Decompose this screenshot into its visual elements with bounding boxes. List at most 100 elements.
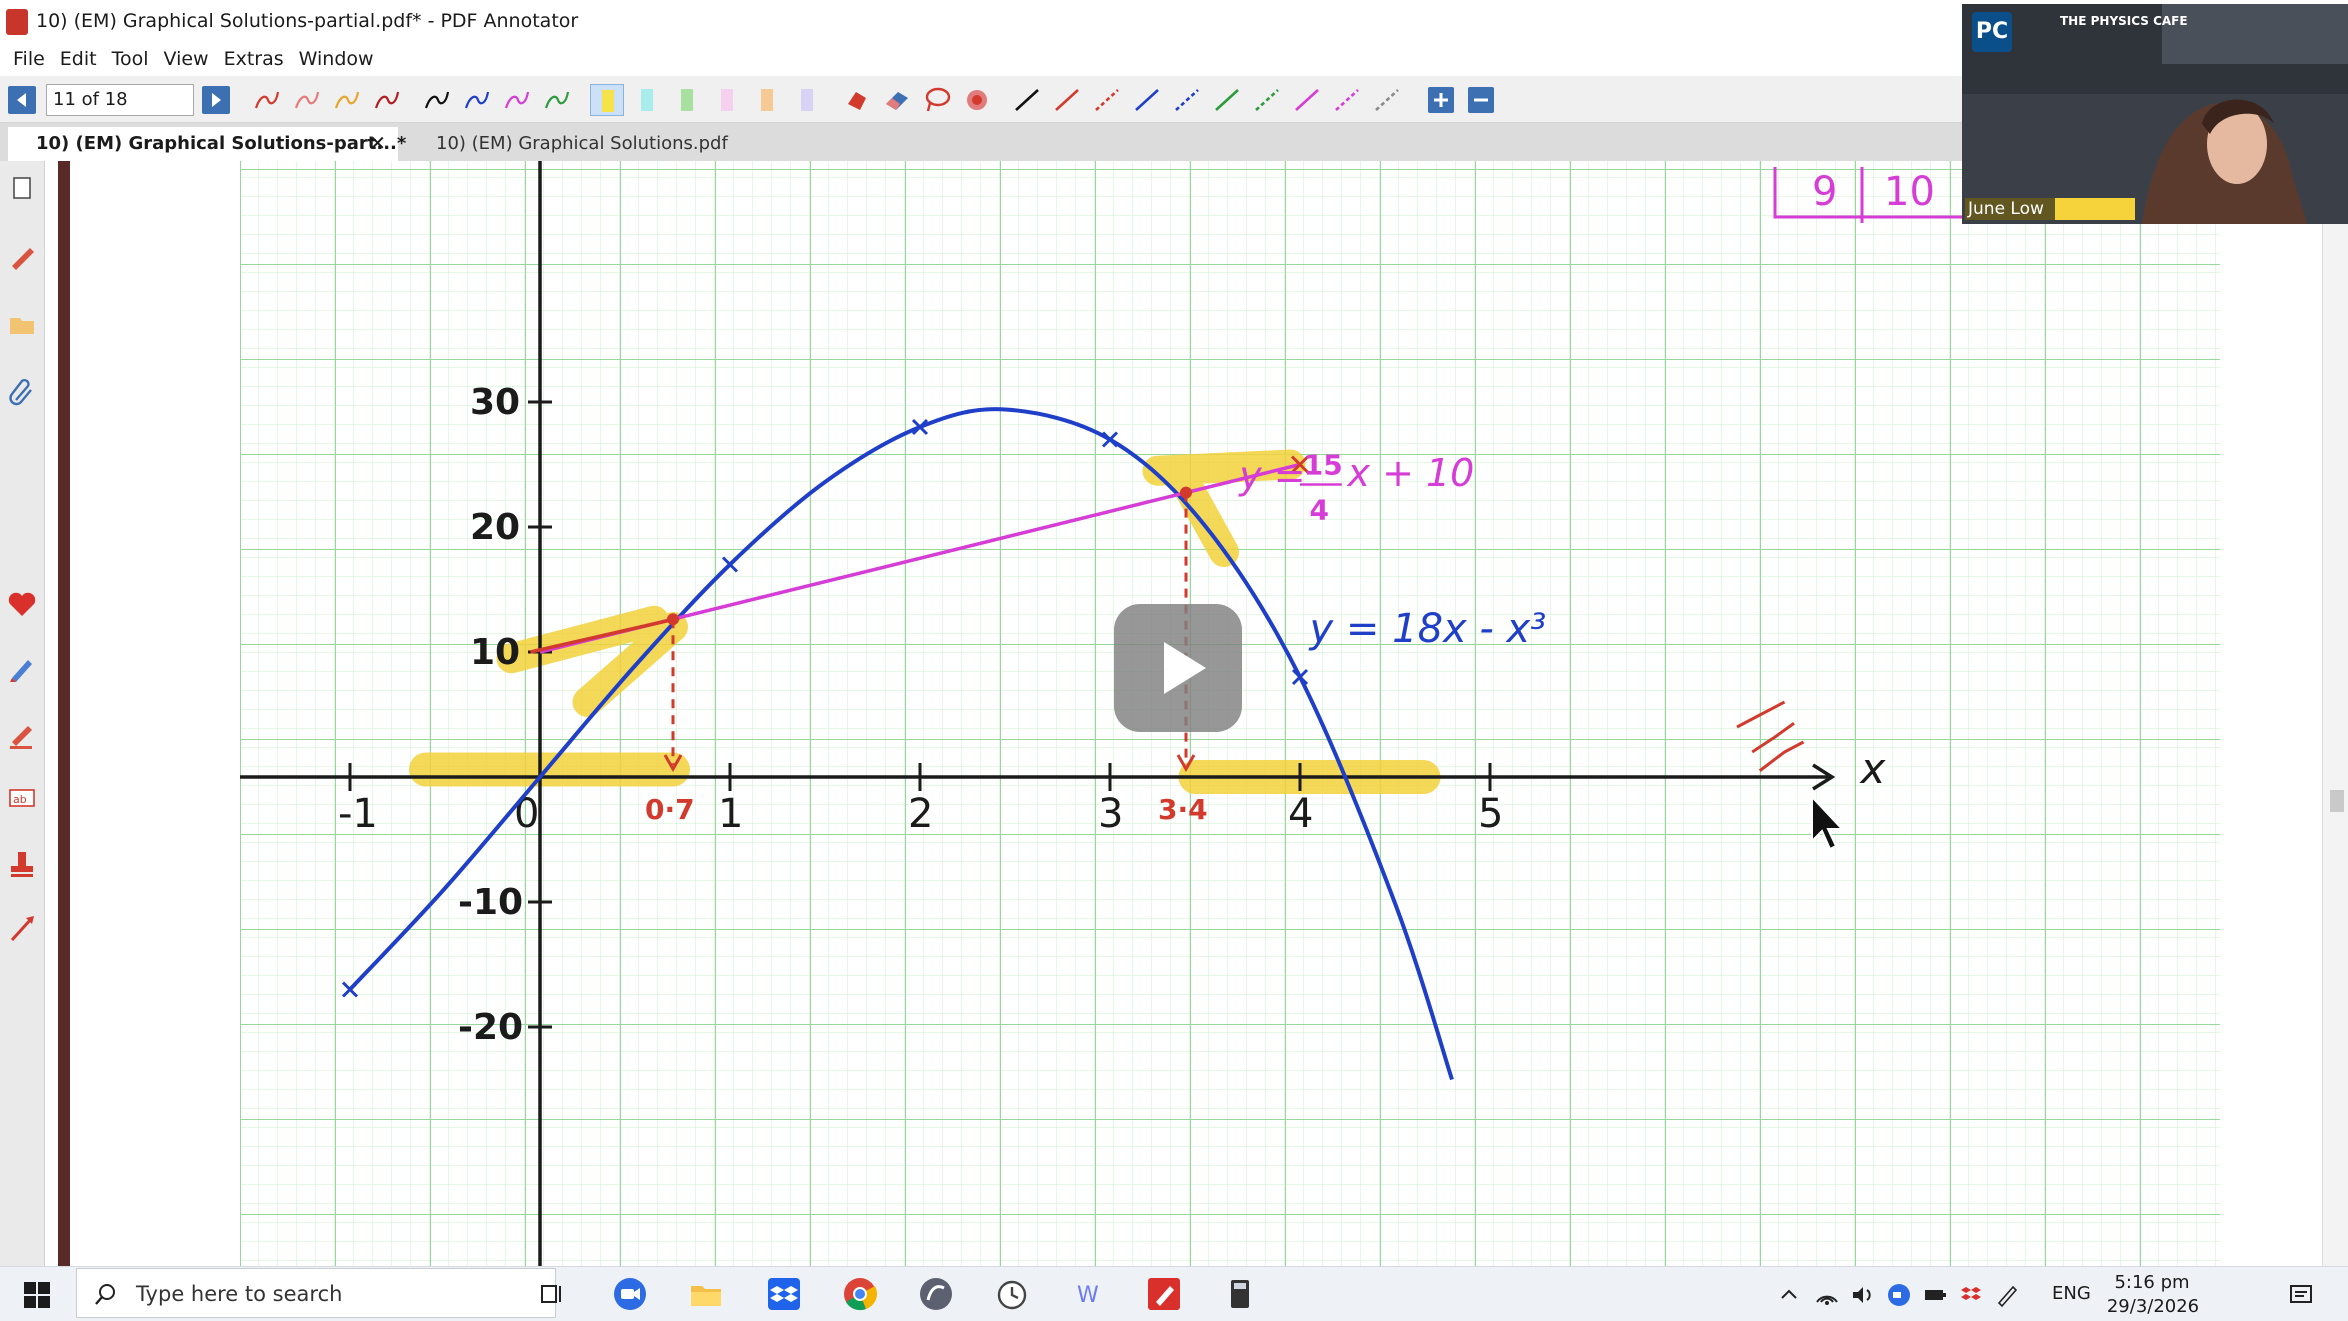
menu-extras[interactable]: Extras — [219, 44, 294, 76]
tab-graphical-solutions[interactable]: 10) (EM) Graphical Solutions.pdf — [408, 127, 728, 161]
clock-date[interactable]: 29/3/2026 — [2098, 1296, 2208, 1317]
page-number-field[interactable]: 11 of 18 — [46, 84, 194, 116]
line-grey-dashed-tool[interactable] — [1370, 84, 1404, 116]
battery-icon[interactable] — [1922, 1282, 1948, 1308]
line-equation-prefix: y = — [1238, 453, 1305, 497]
chrome-icon[interactable] — [840, 1274, 880, 1314]
line-black-tool[interactable] — [1010, 84, 1044, 116]
paperclip-icon[interactable] — [4, 374, 40, 410]
dropbox-tray-icon[interactable] — [1958, 1282, 1984, 1308]
svg-text:ab: ab — [13, 793, 27, 806]
menu-window[interactable]: Window — [294, 44, 384, 76]
scrollbar-thumb[interactable] — [2330, 790, 2344, 812]
line-red-dashed-tool[interactable] — [1090, 84, 1124, 116]
hand-tool[interactable] — [840, 84, 874, 116]
stamp-circle-tool[interactable] — [960, 84, 994, 116]
pen-blue-tool[interactable] — [460, 84, 494, 116]
input-language[interactable]: ENG — [2052, 1283, 2091, 1304]
pen-red-tool[interactable] — [250, 84, 284, 116]
text-box-icon[interactable]: ab — [4, 780, 40, 816]
previous-page-button[interactable] — [8, 86, 36, 114]
highlighter-icon — [801, 89, 813, 111]
task-view-icon[interactable] — [532, 1274, 572, 1314]
zoom-out-button[interactable] — [1464, 84, 1498, 116]
line-magenta-tool[interactable] — [1290, 84, 1324, 116]
document-edge — [58, 161, 70, 1266]
pdf-annotator-taskbar-icon[interactable] — [1144, 1274, 1184, 1314]
highlighter-icon — [641, 89, 653, 111]
line-equation-fraction-numerator: 15 — [1304, 449, 1343, 482]
line-blue-tool[interactable] — [1130, 84, 1164, 116]
menu-view[interactable]: View — [159, 44, 219, 76]
solution-label: 0·7 — [645, 793, 695, 826]
speaker-icon[interactable] — [1850, 1282, 1876, 1308]
pen-orange-tool[interactable] — [330, 84, 364, 116]
line-magenta-dashed-tool[interactable] — [1330, 84, 1364, 116]
line-green-tool[interactable] — [1210, 84, 1244, 116]
zoom-app-icon[interactable] — [610, 1274, 650, 1314]
highlighter-yellow-tool[interactable] — [590, 84, 624, 116]
highlighter-icon — [721, 89, 733, 111]
alarms-clock-icon[interactable] — [992, 1274, 1032, 1314]
x-tick-label: -1 — [338, 791, 378, 837]
dashed-line-icon — [1335, 89, 1359, 111]
pen-black-tool[interactable] — [420, 84, 454, 116]
pen-green-tool[interactable] — [540, 84, 574, 116]
dashed-line-icon — [1375, 89, 1399, 111]
highlighter-pen-icon[interactable] — [4, 716, 40, 752]
dropbox-icon[interactable] — [764, 1274, 804, 1314]
arrow-line-icon[interactable] — [4, 910, 40, 946]
marker-pen-icon[interactable] — [4, 650, 40, 686]
y-tick-label: 10 — [470, 632, 520, 673]
line-green-dashed-tool[interactable] — [1250, 84, 1284, 116]
pen-icon[interactable] — [4, 238, 40, 274]
app-swirl-icon[interactable] — [916, 1274, 956, 1314]
pen-pink-tool[interactable] — [290, 84, 324, 116]
curve-equation-label: y = 18x - x³ — [1309, 606, 1547, 652]
highlighter-green-tool[interactable] — [670, 84, 704, 116]
line-red-tool[interactable] — [1050, 84, 1084, 116]
x-tick-label: 0 — [514, 791, 539, 837]
highlighter-pink-tool[interactable] — [710, 84, 744, 116]
zoom-in-button[interactable] — [1424, 84, 1458, 116]
table-value: 10 — [1884, 169, 1935, 215]
highlighter-lavender-tool[interactable] — [790, 84, 824, 116]
lasso-icon — [925, 87, 951, 112]
pen-tray-icon[interactable] — [1994, 1282, 2020, 1308]
video-play-button[interactable] — [1114, 604, 1242, 732]
line-icon — [1015, 89, 1039, 111]
network-icon[interactable] — [1814, 1282, 1840, 1308]
favorites-heart-icon[interactable] — [4, 586, 40, 622]
menu-edit[interactable]: Edit — [55, 44, 107, 76]
chevron-up-icon[interactable] — [1778, 1282, 1800, 1308]
dashed-line-icon — [1175, 89, 1199, 111]
stamp-icon[interactable] — [4, 846, 40, 882]
file-explorer-icon[interactable] — [686, 1274, 726, 1314]
presenter-webcam — [1962, 4, 2348, 224]
folder-icon[interactable] — [4, 306, 40, 342]
highlighter-orange-tool[interactable] — [750, 84, 784, 116]
close-icon[interactable]: ✕ — [369, 131, 386, 155]
next-page-button[interactable] — [202, 86, 230, 114]
menu-tool[interactable]: Tool — [107, 44, 159, 76]
x-tick-label: 2 — [908, 791, 933, 837]
zoom-tray-icon[interactable] — [1886, 1282, 1912, 1308]
notification-icon[interactable] — [2288, 1282, 2314, 1308]
highlighter-cyan-tool[interactable] — [630, 84, 664, 116]
calculator-icon[interactable] — [1220, 1274, 1260, 1314]
minus-icon — [1468, 87, 1494, 113]
pen-magenta-tool[interactable] — [500, 84, 534, 116]
clock-time[interactable]: 5:16 pm — [2112, 1272, 2192, 1293]
tab-graphical-solutions-partial[interactable]: 10) (EM) Graphical Solutions-part...* ✕ — [8, 127, 406, 161]
line-blue-dashed-tool[interactable] — [1170, 84, 1204, 116]
dashed-line-icon — [1095, 89, 1119, 111]
word-app-icon[interactable]: W — [1068, 1274, 1108, 1314]
lasso-tool[interactable] — [920, 84, 954, 116]
windows-start-icon[interactable] — [24, 1282, 50, 1308]
vertical-scrollbar[interactable] — [2322, 220, 2348, 1266]
eraser-tool[interactable] — [880, 84, 914, 116]
page-thumbnail-icon[interactable] — [4, 170, 40, 206]
pen-darkred-tool[interactable] — [370, 84, 404, 116]
window-title: 10) (EM) Graphical Solutions-partial.pdf… — [36, 10, 579, 32]
menu-file[interactable]: File — [8, 44, 55, 76]
